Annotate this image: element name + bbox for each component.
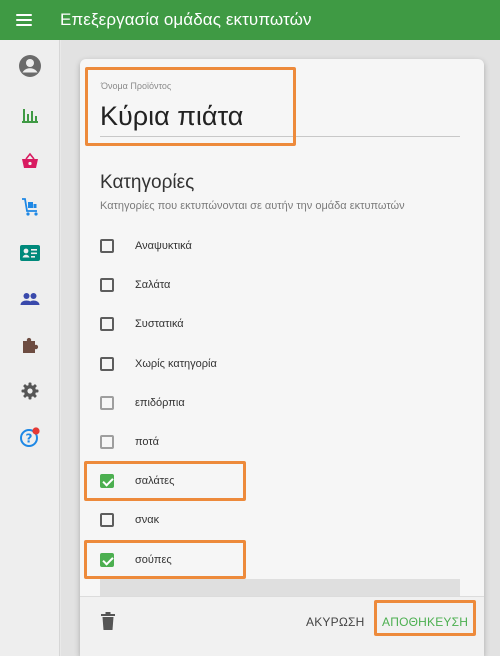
category-checkbox[interactable] bbox=[100, 553, 114, 567]
category-item[interactable]: Συστατικά bbox=[98, 313, 398, 335]
category-label: Σαλάτα bbox=[135, 279, 171, 291]
scroll-shadow bbox=[100, 579, 460, 596]
category-checkbox[interactable] bbox=[100, 357, 114, 371]
category-item[interactable]: σνακ bbox=[98, 509, 398, 531]
save-button[interactable]: ΑΠΟΘΗΚΕΥΣΗ bbox=[382, 609, 468, 635]
product-name-label: Όνομα Προϊόντος bbox=[101, 81, 172, 91]
edit-printer-group-dialog: Όνομα Προϊόντος Κύρια πιάτα Κατηγορίες Κ… bbox=[80, 59, 484, 656]
category-checkbox[interactable] bbox=[100, 513, 114, 527]
category-item[interactable]: Σαλάτα bbox=[98, 274, 398, 296]
menu-icon[interactable] bbox=[16, 14, 32, 26]
cart-icon[interactable] bbox=[17, 194, 43, 220]
category-label: Συστατικά bbox=[135, 318, 184, 330]
category-checkbox[interactable] bbox=[100, 435, 114, 449]
product-name-value[interactable]: Κύρια πιάτα bbox=[100, 101, 243, 132]
field-underline bbox=[100, 136, 460, 137]
category-label: σούπες bbox=[135, 554, 172, 566]
contact-card-icon[interactable] bbox=[17, 240, 43, 266]
account-icon[interactable] bbox=[17, 53, 43, 79]
category-item[interactable]: επιδόρπια bbox=[98, 392, 398, 414]
category-item[interactable]: ποτά bbox=[98, 431, 398, 453]
basket-icon[interactable] bbox=[17, 148, 43, 174]
page-title: Επεξεργασία ομάδας εκτυπωτών bbox=[60, 10, 312, 29]
category-label: σνακ bbox=[135, 514, 160, 526]
category-label: Αναψυκτικά bbox=[135, 240, 192, 252]
svg-text:?: ? bbox=[26, 432, 33, 446]
category-checkbox[interactable] bbox=[100, 474, 114, 488]
category-checkbox[interactable] bbox=[100, 317, 114, 331]
category-item[interactable]: Χωρίς κατηγορία bbox=[98, 353, 398, 375]
bar-chart-icon[interactable] bbox=[17, 102, 43, 128]
category-label: ποτά bbox=[135, 436, 159, 448]
category-item[interactable]: σούπες bbox=[98, 549, 398, 571]
category-checkbox[interactable] bbox=[100, 396, 114, 410]
sidebar: ? bbox=[0, 40, 60, 656]
categories-title: Κατηγορίες bbox=[100, 172, 195, 193]
delete-icon[interactable] bbox=[101, 612, 115, 630]
category-checkbox[interactable] bbox=[100, 239, 114, 253]
category-label: Χωρίς κατηγορία bbox=[135, 358, 217, 370]
cancel-button[interactable]: ΑΚΥΡΩΣΗ bbox=[306, 609, 364, 635]
dialog-actions: ΑΚΥΡΩΣΗ ΑΠΟΘΗΚΕΥΣΗ bbox=[80, 596, 484, 656]
category-item[interactable]: σαλάτες bbox=[98, 470, 398, 492]
app-bar: Επεξεργασία ομάδας εκτυπωτών bbox=[0, 0, 500, 40]
settings-icon[interactable] bbox=[17, 378, 43, 404]
puzzle-icon[interactable] bbox=[17, 332, 43, 358]
category-item[interactable]: Αναψυκτικά bbox=[98, 235, 398, 257]
category-label: επιδόρπια bbox=[135, 397, 185, 409]
categories-subtitle: Κατηγορίες που εκτυπώνονται σε αυτήν την… bbox=[100, 200, 405, 212]
help-icon[interactable]: ? bbox=[17, 424, 43, 450]
product-name-field[interactable]: Όνομα Προϊόντος Κύρια πιάτα bbox=[100, 69, 460, 137]
dialog-content[interactable]: Όνομα Προϊόντος Κύρια πιάτα Κατηγορίες Κ… bbox=[80, 59, 484, 596]
group-icon[interactable] bbox=[17, 286, 43, 312]
category-label: σαλάτες bbox=[135, 475, 175, 487]
category-checkbox[interactable] bbox=[100, 278, 114, 292]
